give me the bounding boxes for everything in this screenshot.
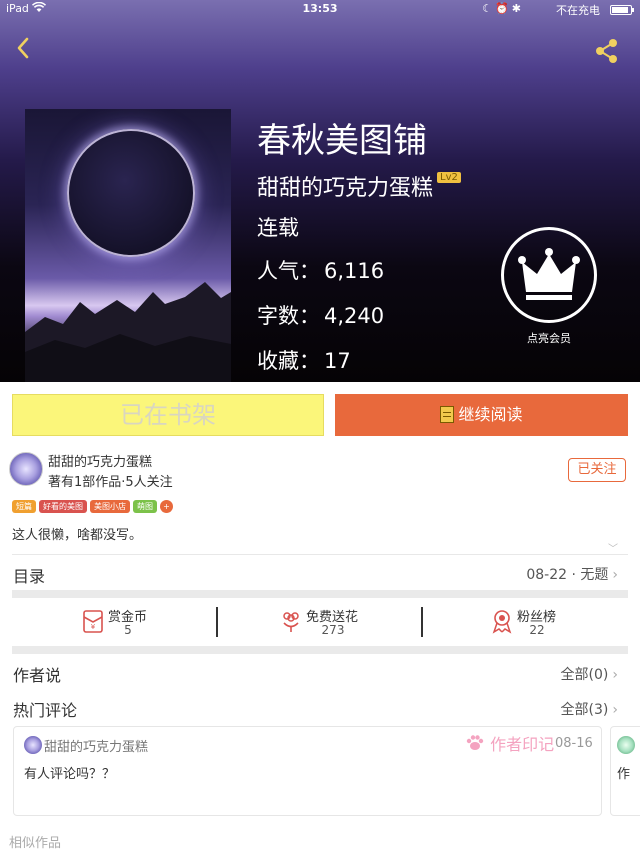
reward-fan-ranking-value: 22: [529, 623, 545, 637]
stat-favorites-value: 17: [324, 349, 351, 373]
book-title: 春秋美图铺: [257, 121, 427, 161]
reward-flowers-value: 273: [321, 623, 345, 637]
author-name[interactable]: 甜甜的巧克力蛋糕: [48, 451, 152, 470]
author-says-all-label: 全部(0): [560, 667, 609, 683]
catalog-latest-label: 08-22 · 无题: [526, 567, 609, 583]
author-meta: 著有1部作品·5人关注: [48, 475, 173, 490]
reward-coins-value: 5: [124, 623, 132, 637]
stat-favorites-label: 收藏：: [257, 349, 320, 373]
bookshelf-button[interactable]: 已在书架: [12, 394, 324, 436]
battery-level-fill: [612, 7, 628, 13]
stat-word-count-value: 4,240: [324, 304, 385, 328]
add-tag-button[interactable]: +: [160, 500, 173, 513]
commenter-avatar[interactable]: [24, 736, 42, 754]
divider: [12, 554, 628, 555]
moon-icon: ☾: [482, 2, 496, 15]
author-tag[interactable]: 好看的美图: [39, 500, 87, 513]
cover-planet: [67, 129, 195, 257]
hot-comments-all[interactable]: 全部(3) ›: [561, 699, 618, 719]
follow-button[interactable]: 已关注: [568, 458, 626, 482]
stat-word-count: 字数： 4,240: [257, 300, 384, 330]
commenter-avatar: [617, 736, 635, 754]
divider: [216, 607, 218, 637]
stat-popularity-label: 人气：: [257, 259, 320, 283]
chevron-right-icon: ›: [612, 667, 618, 683]
comment-text: 有人评论吗？？: [24, 767, 116, 782]
medal-icon: [492, 610, 512, 634]
chevron-left-icon: [17, 37, 29, 59]
author-tag[interactable]: 美图小店: [90, 500, 130, 513]
share-icon: [596, 39, 617, 63]
vip-membership-button[interactable]: [501, 227, 597, 323]
flower-icon: [283, 612, 299, 632]
comment-text-peek: 作: [617, 767, 631, 782]
stat-popularity-value: 6,116: [324, 259, 385, 283]
stat-word-count-label: 字数：: [257, 304, 320, 328]
vip-label: 点亮会员: [527, 332, 571, 345]
author-tags: 短篇 好看的美图 美图小店 萌图 +: [12, 500, 176, 513]
book-icon: [440, 406, 455, 423]
share-button[interactable]: [594, 38, 620, 64]
stat-favorites: 收藏： 17: [257, 345, 351, 375]
author-tag[interactable]: 萌图: [133, 500, 157, 513]
author-bio: 这人很懒，啥都没写。: [12, 528, 143, 543]
author-says-title[interactable]: 作者说: [13, 662, 61, 686]
author-avatar[interactable]: [9, 452, 43, 486]
crown-icon: [518, 248, 580, 300]
book-hero: iPad 13:53 ☾⏰✱ 不在充电 春秋美图铺 甜甜的巧克力蛋糕 Lv2 连…: [0, 0, 640, 382]
catalog-latest[interactable]: 08-22 · 无题 ›: [526, 564, 618, 584]
similar-works-title: 相似作品: [9, 836, 62, 851]
author-mark-badge: 作者印记: [465, 731, 554, 755]
level-badge: Lv2: [437, 172, 461, 183]
svg-text:¥: ¥: [91, 623, 96, 631]
paw-icon: [466, 735, 484, 750]
book-status: 连载: [257, 216, 299, 240]
battery-icon: [610, 5, 634, 15]
author-tag[interactable]: 短篇: [12, 500, 36, 513]
comment-card-next[interactable]: 作: [610, 726, 640, 816]
comment-card[interactable]: 甜甜的巧克力蛋糕 作者印记 08-16 有人评论吗？？: [13, 726, 602, 816]
author-mark-label: 作者印记: [490, 735, 555, 754]
clock: 13:53: [302, 2, 338, 15]
hot-comments-title[interactable]: 热门评论: [13, 697, 77, 721]
alarm-icon: ⏰: [495, 2, 512, 15]
chevron-right-icon: ›: [612, 567, 618, 583]
expand-bio-icon[interactable]: ﹀: [608, 540, 618, 555]
chevron-right-icon: ›: [612, 702, 618, 718]
back-button[interactable]: [8, 36, 38, 66]
status-bar: iPad 13:53 ☾⏰✱ 不在充电: [0, 0, 640, 18]
hot-comments-all-label: 全部(3): [560, 702, 609, 718]
status-icons: ☾⏰✱: [482, 2, 524, 15]
stat-popularity: 人气： 6,116: [257, 255, 384, 285]
book-author-name: 甜甜的巧克力蛋糕: [257, 176, 434, 201]
book-author[interactable]: 甜甜的巧克力蛋糕 Lv2: [257, 170, 461, 202]
comment-date: 08-16: [555, 736, 593, 751]
author-says-all[interactable]: 全部(0) ›: [561, 664, 618, 684]
commenter-name[interactable]: 甜甜的巧克力蛋糕: [44, 736, 148, 755]
bluetooth-icon: ✱: [511, 2, 524, 15]
divider: [421, 607, 423, 637]
catalog-title[interactable]: 目录: [13, 563, 45, 587]
section-separator: [12, 646, 628, 654]
book-cover[interactable]: [25, 109, 231, 382]
cover-mountains: [25, 282, 231, 382]
section-separator: [12, 590, 628, 598]
continue-reading-button[interactable]: 继续阅读: [335, 394, 628, 436]
charging-status: 不在充电: [556, 4, 600, 17]
red-envelope-icon: ¥: [83, 610, 103, 633]
continue-reading-label: 继续阅读: [458, 405, 523, 424]
